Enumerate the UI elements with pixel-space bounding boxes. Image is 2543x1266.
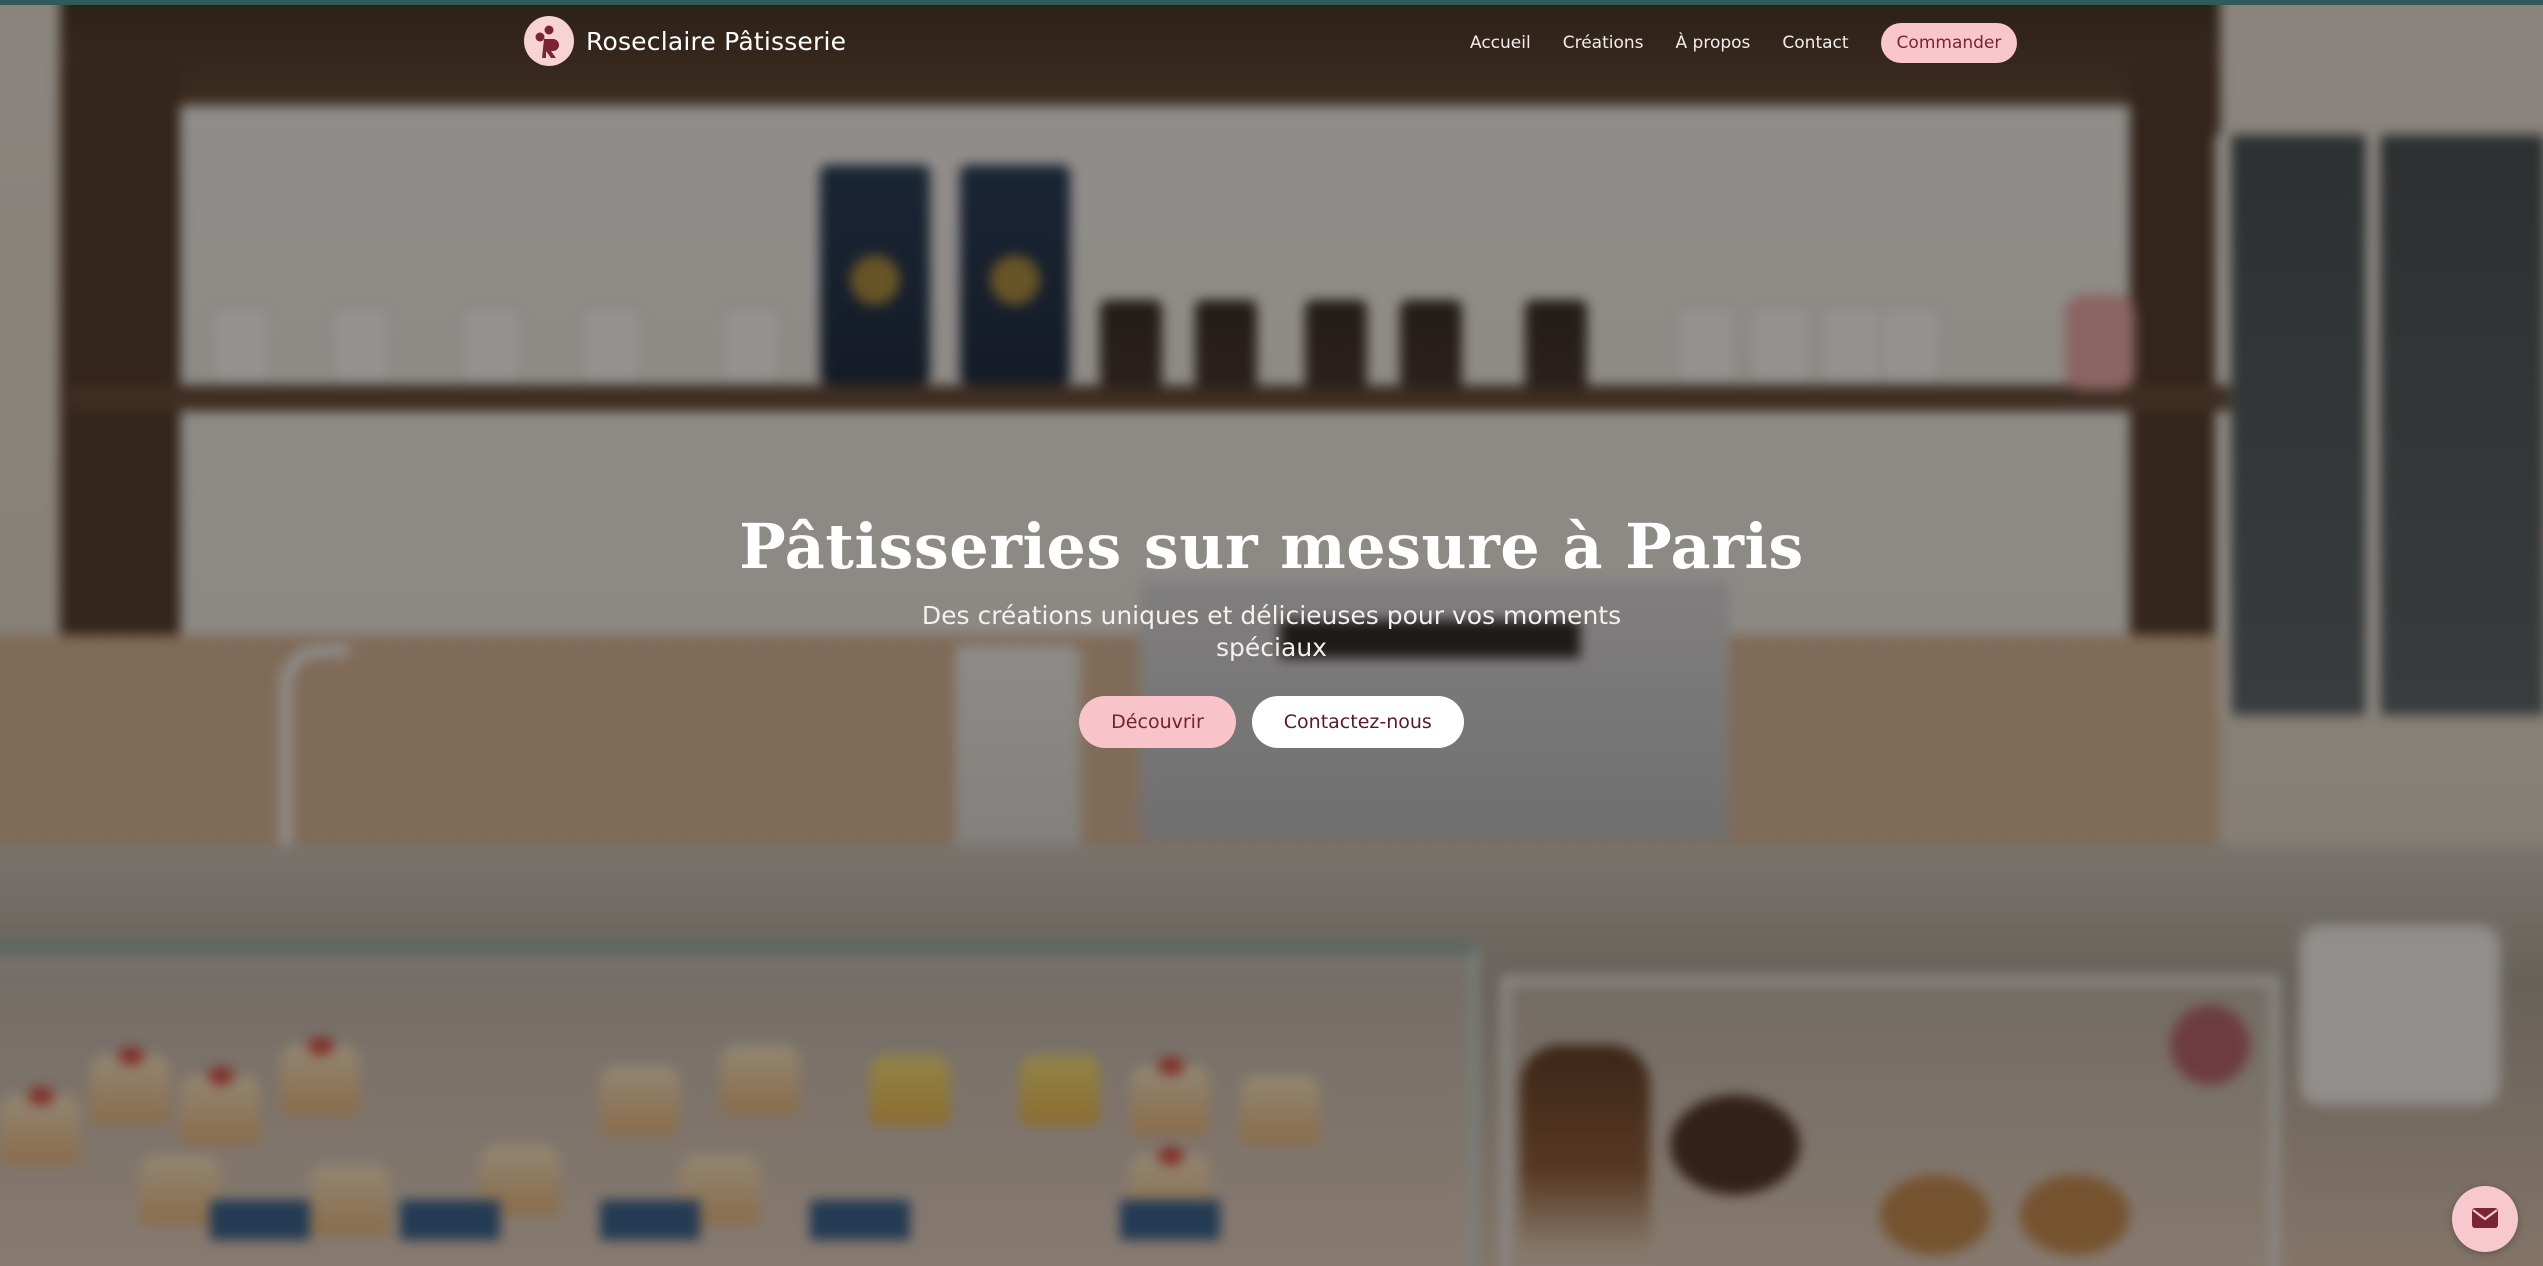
nav-link-contact[interactable]: Contact bbox=[1782, 33, 1848, 53]
floating-contact-button[interactable] bbox=[2452, 1186, 2518, 1252]
decouvrir-button[interactable]: Découvrir bbox=[1079, 696, 1236, 749]
main-nav: Accueil Créations À propos Contact Comma… bbox=[1470, 23, 2018, 63]
commander-button[interactable]: Commander bbox=[1880, 23, 2018, 63]
brand-name: Roseclaire Pâtisserie bbox=[586, 26, 847, 56]
hero-section: Pâtisseries sur mesure à Paris Des créat… bbox=[0, 510, 2543, 749]
hero-title: Pâtisseries sur mesure à Paris bbox=[739, 510, 1804, 583]
brand-link[interactable]: Roseclaire Pâtisserie bbox=[524, 16, 846, 66]
envelope-icon bbox=[2471, 1207, 2499, 1232]
nav-link-a-propos[interactable]: À propos bbox=[1676, 33, 1751, 53]
nav-link-creations[interactable]: Créations bbox=[1563, 33, 1644, 53]
contactez-nous-button[interactable]: Contactez-nous bbox=[1251, 696, 1464, 749]
nav-link-accueil[interactable]: Accueil bbox=[1470, 33, 1531, 53]
roseclaire-logo-icon bbox=[524, 16, 574, 66]
hero-subtitle: Des créations uniques et délicieuses pou… bbox=[921, 601, 1622, 663]
navbar: Roseclaire Pâtisserie Accueil Créations … bbox=[0, 5, 2543, 77]
hero-actions: Découvrir Contactez-nous bbox=[0, 696, 2543, 749]
